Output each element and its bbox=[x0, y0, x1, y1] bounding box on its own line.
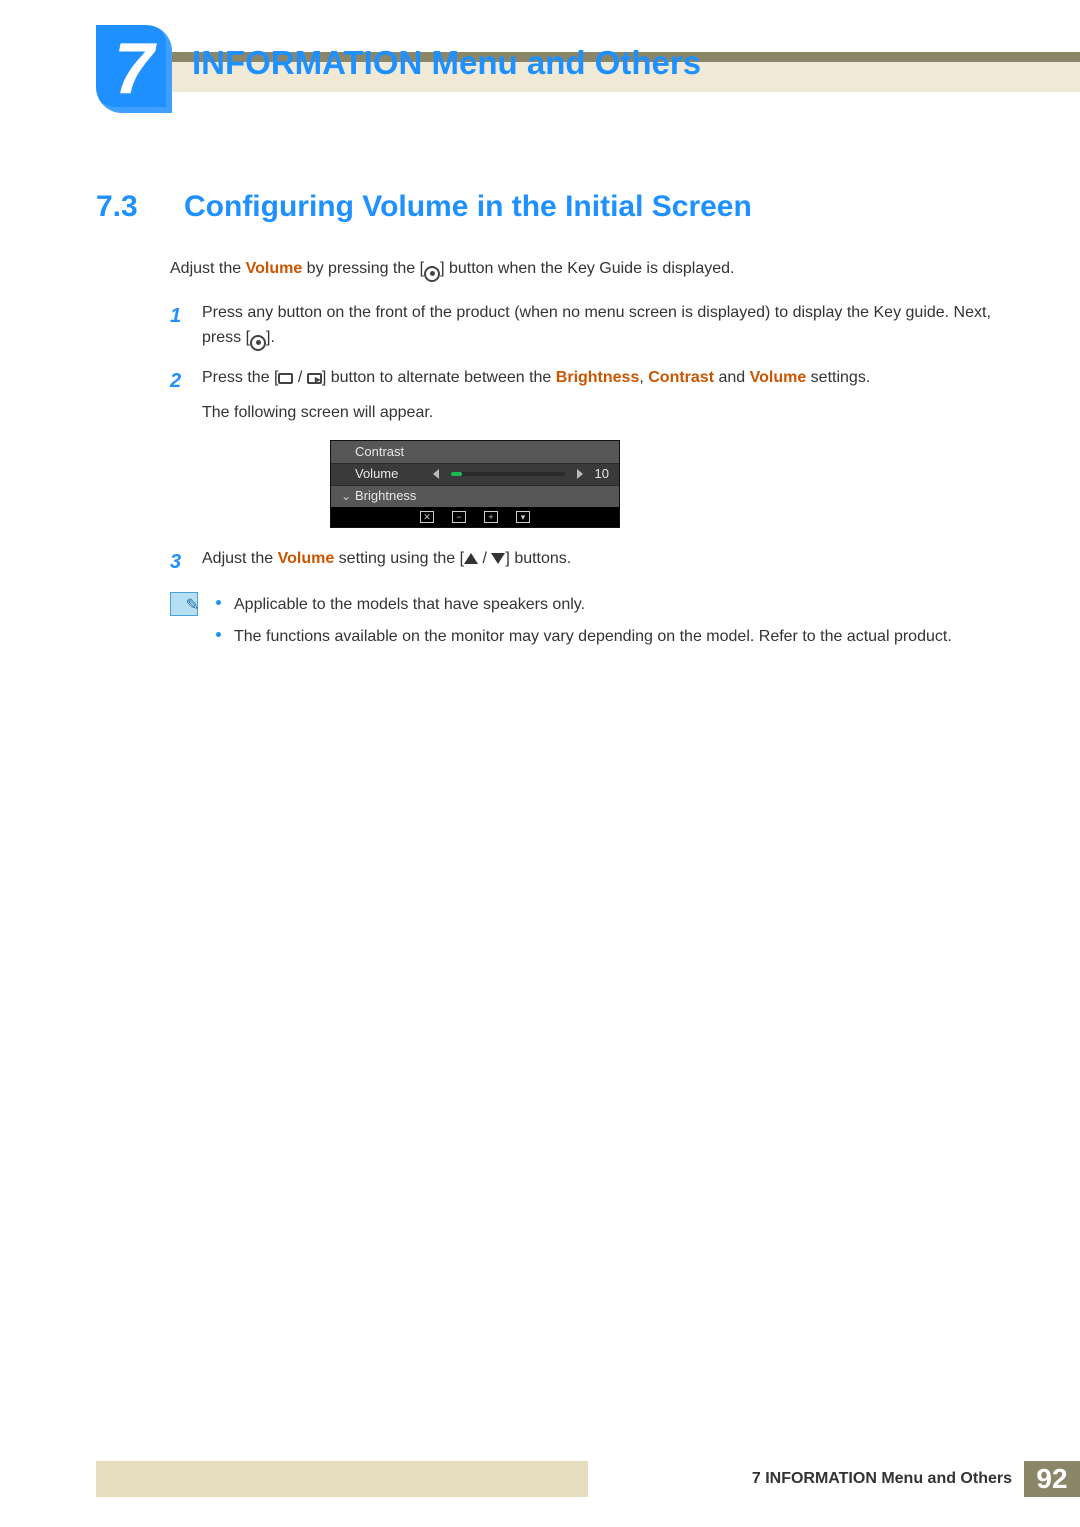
triangle-down-icon bbox=[491, 553, 505, 564]
intro-volume: Volume bbox=[246, 260, 303, 277]
footer-text: 7 INFORMATION Menu and Others bbox=[588, 1461, 1024, 1497]
intro-text: Adjust the Volume by pressing the [ ] but… bbox=[170, 256, 1010, 282]
intro-post: ] button when the Key Guide is displayed… bbox=[440, 260, 734, 277]
step-2: 2 Press the [ / ] button to alternate be… bbox=[170, 365, 1010, 426]
osd-volume-value: 10 bbox=[583, 464, 609, 485]
step-text: Press the [ / ] button to alternate betw… bbox=[202, 365, 1010, 426]
osd-brightness-row: ⌄Brightness bbox=[331, 485, 619, 507]
osd-btn-close-icon: ✕ bbox=[420, 511, 434, 523]
s2b: ] button to alternate between the bbox=[322, 369, 556, 386]
step-number: 3 bbox=[170, 546, 188, 578]
step-text: Press any button on the front of the pro… bbox=[202, 300, 1010, 351]
note-item: Applicable to the models that have speak… bbox=[216, 592, 1010, 618]
s2-contrast: Contrast bbox=[648, 369, 714, 386]
chapter-badge: 7 bbox=[96, 25, 172, 113]
osd-contrast-label: Contrast bbox=[355, 442, 433, 463]
step-3: 3 Adjust the Volume setting using the [ … bbox=[170, 546, 1010, 578]
rect-arrow-icon bbox=[307, 373, 322, 384]
s1a: Press any button on the front of the pro… bbox=[202, 304, 991, 347]
intro-mid: by pressing the [ bbox=[302, 260, 424, 277]
osd-brightness-label: Brightness bbox=[355, 486, 433, 507]
osd-contrast-row: Contrast bbox=[331, 441, 619, 463]
osd-btn-plus-icon: + bbox=[484, 511, 498, 523]
osd-volume-track bbox=[451, 472, 565, 476]
note-block: Applicable to the models that have speak… bbox=[170, 592, 1010, 655]
step-1: 1 Press any button on the front of the p… bbox=[170, 300, 1010, 351]
chapter-title: INFORMATION Menu and Others bbox=[192, 44, 701, 82]
osd-btn-down-icon: ▾ bbox=[516, 511, 530, 523]
intro-pre: Adjust the bbox=[170, 260, 246, 277]
s3a: Adjust the bbox=[202, 550, 278, 567]
page-footer: 7 INFORMATION Menu and Others 92 bbox=[96, 1461, 1080, 1497]
s2d: and bbox=[714, 369, 750, 386]
osd-screenshot: Contrast Volume 10 ⌄Brightness ✕ − + bbox=[330, 440, 620, 528]
s2-brightness: Brightness bbox=[556, 369, 640, 386]
s2-volume: Volume bbox=[750, 369, 807, 386]
osd-btn-minus-icon: − bbox=[452, 511, 466, 523]
note-item: The functions available on the monitor m… bbox=[216, 624, 1010, 650]
section-title: Configuring Volume in the Initial Screen bbox=[184, 190, 752, 224]
step-number: 2 bbox=[170, 365, 188, 426]
footer-page-number: 92 bbox=[1024, 1461, 1080, 1497]
rect-icon bbox=[278, 373, 293, 384]
step-text: Adjust the Volume setting using the [ / … bbox=[202, 546, 1010, 578]
triangle-up-icon bbox=[464, 553, 478, 564]
s1b: ]. bbox=[266, 329, 275, 346]
triangle-left-icon bbox=[433, 469, 439, 479]
s3c: ] buttons. bbox=[505, 550, 571, 567]
step-number: 1 bbox=[170, 300, 188, 351]
osd-button-bar: ✕ − + ▾ bbox=[331, 507, 619, 527]
s3-volume: Volume bbox=[278, 550, 335, 567]
circle-dot-icon bbox=[250, 335, 266, 351]
footer-bar bbox=[96, 1461, 588, 1497]
s2c: , bbox=[639, 369, 648, 386]
osd-volume-label: Volume bbox=[355, 464, 433, 485]
section-number: 7.3 bbox=[96, 190, 160, 224]
osd-volume-row: Volume 10 bbox=[331, 463, 619, 485]
s2-tail: The following screen will appear. bbox=[202, 400, 1010, 426]
circle-dot-icon bbox=[424, 266, 440, 282]
s3b: setting using the [ bbox=[334, 550, 464, 567]
s2e: settings. bbox=[806, 369, 870, 386]
note-icon bbox=[170, 592, 198, 616]
s2a: Press the [ bbox=[202, 369, 278, 386]
